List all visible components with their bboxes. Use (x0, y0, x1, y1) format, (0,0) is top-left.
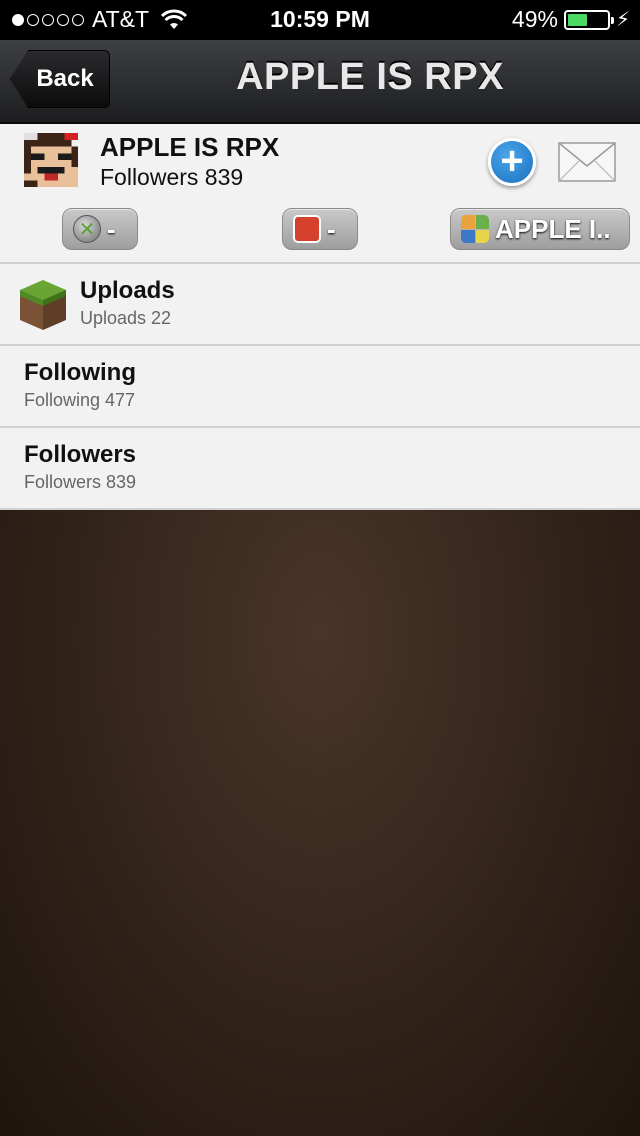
list-item-uploads[interactable]: Uploads Uploads 22 (0, 264, 640, 346)
list-item-title: Uploads (80, 277, 175, 304)
avatar (24, 133, 78, 187)
game-center-icon (293, 215, 321, 243)
xbox-gamertag-button[interactable]: ✕ - (62, 208, 138, 250)
back-button[interactable]: Back (10, 50, 110, 108)
battery-icon (563, 9, 614, 30)
game-center-button[interactable]: - (282, 208, 358, 250)
battery-fill (567, 13, 587, 26)
app-account-button[interactable]: APPLE I.. (450, 208, 630, 250)
profile-followers-count: Followers 839 (100, 164, 244, 190)
grass-block-icon (20, 280, 66, 330)
profile-header: APPLE IS RPX Followers 839 + ✕ - - APPLE… (0, 124, 640, 264)
profile-list: Uploads Uploads 22 Following Following 4… (0, 264, 640, 510)
list-item-subtitle: Followers 839 (24, 472, 137, 492)
status-right: 49% ⚡︎ (512, 6, 630, 33)
profile-name: APPLE IS RPX (100, 132, 280, 162)
follow-button[interactable]: + (488, 138, 536, 186)
page-title: APPLE IS RPX (236, 56, 504, 98)
leather-background (0, 510, 640, 1136)
navigation-bar: Back APPLE IS RPX (0, 40, 640, 124)
xbox-gamertag-label: - (107, 213, 116, 244)
list-item-title: Followers (24, 441, 137, 468)
battery-percent: 49% (511, 6, 558, 32)
apps-icon (461, 215, 489, 243)
status-bar: AT&T 10:59 PM 49% ⚡︎ (0, 0, 640, 40)
plus-icon: + (500, 139, 524, 183)
charging-bolt-icon: ⚡︎ (615, 9, 630, 31)
game-center-label: - (327, 213, 336, 244)
envelope-icon[interactable] (558, 142, 616, 182)
xbox-icon: ✕ (73, 215, 101, 243)
list-item-subtitle: Uploads 22 (80, 308, 172, 328)
list-item-title: Following (24, 359, 136, 386)
list-item-followers[interactable]: Followers Followers 839 (0, 428, 640, 510)
app-account-label: APPLE I.. (495, 213, 611, 244)
list-item-following[interactable]: Following Following 477 (0, 346, 640, 428)
list-item-subtitle: Following 477 (24, 390, 136, 410)
